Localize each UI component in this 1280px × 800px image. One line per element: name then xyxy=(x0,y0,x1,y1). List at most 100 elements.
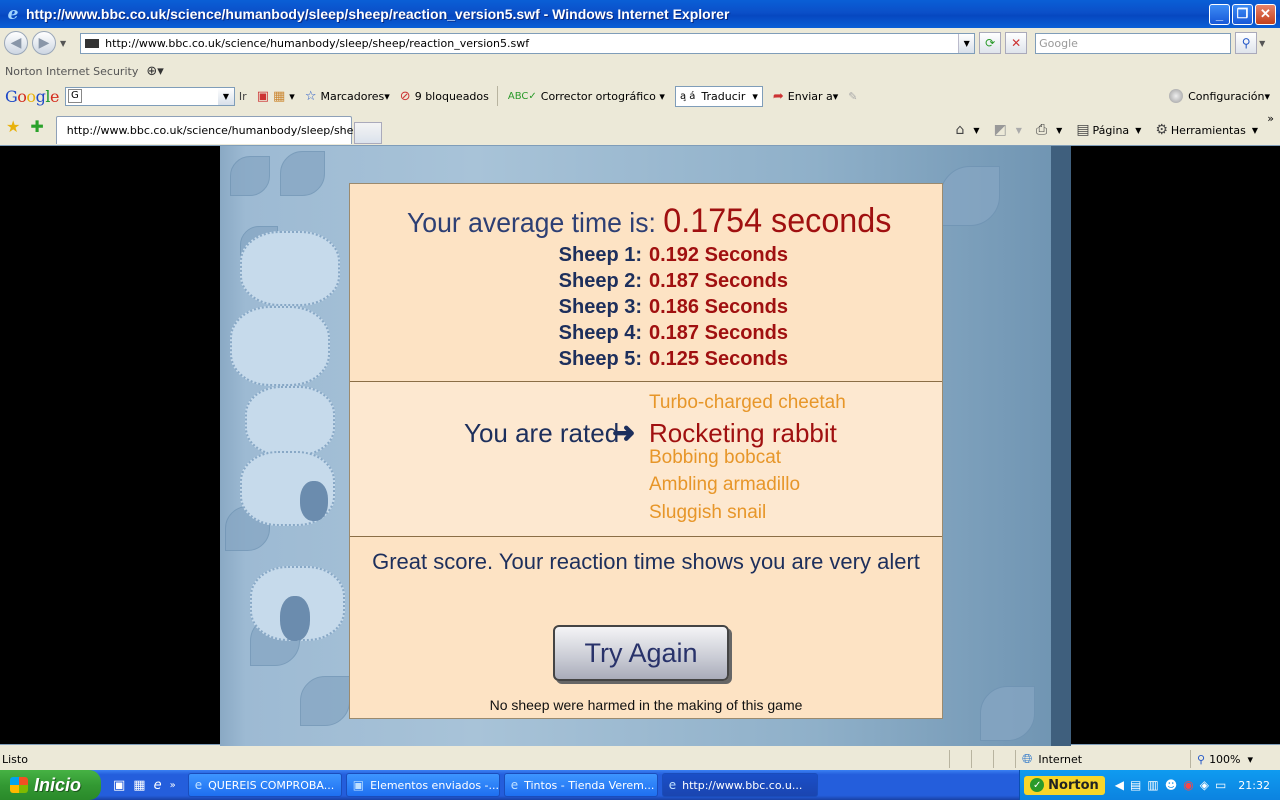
settings-button[interactable]: Configuración ▾ xyxy=(1169,89,1270,103)
taskbar-button[interactable]: e QUEREIS COMPROBA... xyxy=(187,773,342,797)
sheep-value: 0.125 Seconds xyxy=(649,348,788,370)
minimize-button[interactable]: _ xyxy=(1209,3,1230,25)
times-section: Your average time is: 0.1754 seconds She… xyxy=(350,184,942,382)
zone-label: Internet xyxy=(1038,752,1083,766)
norton-tray-button[interactable]: ✓ Norton xyxy=(1024,775,1105,795)
ie-logo-icon: e xyxy=(7,4,19,24)
highlight-icon[interactable]: ✎ xyxy=(848,90,857,103)
google-dropdown-icon[interactable]: ▼ xyxy=(217,87,234,105)
sheep-head xyxy=(280,596,310,641)
feeds-button[interactable]: ◩ ▼ xyxy=(994,122,1022,138)
window-title: http://www.bbc.co.uk/science/humanbody/s… xyxy=(26,6,730,22)
pagerank-icon[interactable]: ▣ ▦ ▾ xyxy=(257,89,295,104)
favorites-star-icon[interactable]: ★ xyxy=(6,117,20,136)
tools-menu[interactable]: ⚙ Herramientas ▼ xyxy=(1155,122,1258,138)
windows-flag-icon xyxy=(10,777,28,793)
monitor-icon[interactable]: ▭ xyxy=(1215,778,1226,792)
search-input[interactable]: Google xyxy=(1035,32,1232,54)
ie-icon: e xyxy=(510,778,519,792)
globe-icon[interactable]: ⊕▾ xyxy=(146,64,163,79)
translate-label: Traducir xyxy=(701,89,746,103)
leaf-decoration xyxy=(230,156,270,196)
rating-section: You are rated ➜ Turbo-charged cheetah Ro… xyxy=(350,382,942,537)
sheep-head xyxy=(300,481,328,521)
sheep-label: Sheep 5: xyxy=(558,348,642,370)
zoom-label: 100% xyxy=(1209,752,1241,766)
search-options-icon[interactable]: ▼ xyxy=(1259,39,1265,48)
try-again-button[interactable]: Try Again xyxy=(553,625,729,681)
speaker-icon[interactable]: ◈ xyxy=(1200,778,1209,792)
forward-button[interactable]: ▶ xyxy=(32,31,56,55)
average-label: Your average time is: xyxy=(407,207,656,238)
network-icon[interactable]: ▤ xyxy=(1130,778,1141,792)
user-icon[interactable]: ☻ xyxy=(1165,778,1178,792)
norton-label: Norton Internet Security xyxy=(5,64,139,78)
title-bar: e http://www.bbc.co.uk/science/humanbody… xyxy=(0,0,1280,28)
taskbar-button-active[interactable]: e http://www.bbc.co.u... xyxy=(661,773,818,797)
quicklaunch-icon[interactable]: ▣ xyxy=(113,778,125,793)
rss-icon: ◩ xyxy=(993,122,1007,138)
translate-button[interactable]: a̧ á Traducir ▾ xyxy=(674,85,763,107)
ie-icon: e xyxy=(668,778,677,792)
tray-arrow-icon[interactable]: ◀ xyxy=(1115,778,1124,792)
clock: 21:32 xyxy=(1238,778,1270,792)
chevron-more-icon[interactable]: » xyxy=(170,780,176,791)
quicklaunch-icon[interactable]: ▦ xyxy=(133,778,145,793)
taskbar-button[interactable]: e Tintos - Tienda Verem... xyxy=(503,773,658,797)
sheep-value: 0.186 Seconds xyxy=(649,296,788,318)
ie-icon: e xyxy=(194,778,203,792)
sheep-illustration xyxy=(245,386,335,456)
status-divider xyxy=(971,750,993,768)
google-search-box[interactable]: G ▼ xyxy=(64,86,235,106)
status-divider xyxy=(993,750,1015,768)
chevron-more-icon[interactable]: » xyxy=(1267,112,1274,125)
address-url[interactable]: http://www.bbc.co.uk/science/humanbody/s… xyxy=(105,37,958,50)
start-button[interactable]: Inicio xyxy=(0,770,101,800)
leaf-decoration xyxy=(280,151,325,196)
search-icon[interactable]: ⚲ xyxy=(1235,32,1258,54)
go-button[interactable]: Ir xyxy=(239,90,247,103)
ie-quicklaunch-icon[interactable]: e xyxy=(154,778,162,793)
popup-blocker-button[interactable]: ⊘ 9 bloqueados xyxy=(400,89,489,104)
send-to-button[interactable]: ➦ Enviar a ▾ xyxy=(773,89,838,104)
verdict-section: Great score. Your reaction time shows yo… xyxy=(350,537,942,718)
tab-bbc[interactable]: http://www.bbc.co.uk/science/humanbody/s… xyxy=(55,116,364,144)
back-button[interactable]: ◀ xyxy=(4,31,28,55)
rank-item: Ambling armadillo xyxy=(649,474,801,495)
history-dropdown-icon[interactable]: ▼ xyxy=(60,39,66,48)
norton-toolbar: Norton Internet Security ⊕▾ xyxy=(0,60,1280,82)
sheep-label: Sheep 3: xyxy=(558,296,642,318)
print-button[interactable]: ⎙ ▼ xyxy=(1036,122,1062,138)
address-dropdown-icon[interactable]: ▼ xyxy=(958,33,975,53)
globe-icon: 🌐︎ xyxy=(1022,751,1033,767)
new-tab-button[interactable] xyxy=(353,122,382,144)
rank-item: Sluggish snail xyxy=(649,502,767,523)
taskbar-button[interactable]: ▣ Elementos enviados -... xyxy=(345,773,500,797)
zoom-control[interactable]: ⚲ 100% ▾ xyxy=(1190,750,1280,768)
close-button[interactable]: ✕ xyxy=(1255,3,1276,25)
refresh-button[interactable]: ⟳ xyxy=(979,32,1002,54)
footer-note: No sheep were harmed in the making of th… xyxy=(489,697,803,713)
add-favorite-icon[interactable]: ✚ xyxy=(30,117,43,136)
address-bar[interactable]: http://www.bbc.co.uk/science/humanbody/s… xyxy=(80,32,976,54)
taskbar-button-label: http://www.bbc.co.u... xyxy=(682,778,803,792)
tools-label: Herramientas xyxy=(1170,123,1246,137)
spellcheck-button[interactable]: ABC✓ Corrector ortográfico ▾ xyxy=(508,90,665,103)
home-icon: ⌂ xyxy=(955,122,965,138)
sheep-value: 0.192 Seconds xyxy=(649,244,788,266)
home-button[interactable]: ⌂ ▼ xyxy=(956,122,980,138)
bookmarks-button[interactable]: ☆ Marcadores ▾ xyxy=(305,89,390,104)
stop-button[interactable]: ✕ xyxy=(1005,32,1028,54)
page-menu[interactable]: ▤ Página ▼ xyxy=(1076,122,1141,138)
opera-icon[interactable]: ◉ xyxy=(1183,778,1193,792)
network-icon[interactable]: ▥ xyxy=(1147,778,1158,792)
rank-item: Turbo-charged cheetah xyxy=(649,392,846,413)
command-bar: ⌂ ▼ ◩ ▼ ⎙ ▼ ▤ Página ▼ ⚙ Herramientas ▼ xyxy=(942,116,1258,144)
printer-icon: ⎙ xyxy=(1035,122,1048,138)
taskbar-button-label: Tintos - Tienda Verem... xyxy=(524,778,655,792)
tab-label: http://www.bbc.co.uk/science/humanbody/s… xyxy=(66,124,364,137)
security-zone[interactable]: 🌐︎ Internet xyxy=(1015,750,1190,768)
restore-button[interactable]: ❐ xyxy=(1232,3,1253,25)
norton-tray-label: Norton xyxy=(1048,777,1099,793)
average-time: Your average time is: 0.1754 seconds xyxy=(407,202,891,241)
